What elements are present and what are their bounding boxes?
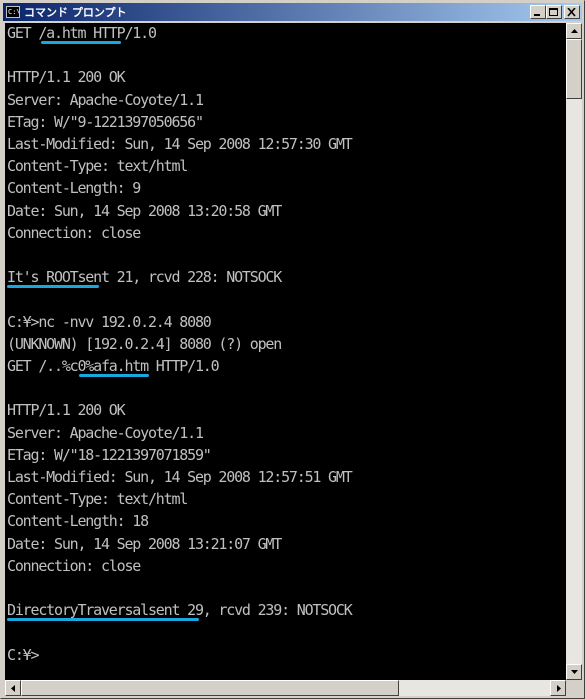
highlight-underline [41, 41, 121, 44]
highlight-underline [7, 618, 199, 622]
console-line: HTTP/1.1 200 OK [7, 68, 126, 87]
scroll-up-button[interactable] [566, 23, 582, 39]
console-line: DirectoryTraversalsent 29, rcvd 239: NOT… [7, 601, 353, 620]
console-line: Content-Type: text/html [7, 157, 188, 176]
console-line: Content-Type: text/html [7, 490, 188, 509]
scroll-up-icon [571, 29, 578, 33]
scroll-left-button[interactable] [5, 680, 21, 696]
console-line: Date: Sun, 14 Sep 2008 13:21:07 GMT [7, 534, 282, 553]
console-line: C:¥>nc -nvv 192.0.2.4 8080 [7, 312, 212, 331]
minimize-icon [534, 14, 540, 16]
horizontal-scroll-thumb[interactable] [21, 680, 399, 696]
vertical-scroll-thumb[interactable] [566, 39, 582, 99]
close-icon [567, 8, 576, 17]
title-bar[interactable]: C:\ コマンド プロンプト [3, 3, 582, 21]
console-line: ETag: W/"9-1221397050656" [7, 112, 204, 131]
console-icon[interactable]: C:\ [6, 6, 20, 18]
maximize-button[interactable] [546, 5, 562, 19]
console-line: It's ROOTsent 21, rcvd 228: NOTSOCK [7, 268, 282, 287]
scroll-left-icon [11, 685, 15, 692]
console-line: Date: Sun, 14 Sep 2008 13:20:58 GMT [7, 201, 282, 220]
minimize-button[interactable] [530, 5, 546, 19]
scroll-down-icon [571, 670, 578, 674]
window-title: コマンド プロンプト [24, 6, 127, 19]
maximize-icon [549, 8, 558, 16]
console-line: HTTP/1.1 200 OK [7, 401, 126, 420]
vertical-scrollbar[interactable] [566, 23, 582, 680]
console-line: Last-Modified: Sun, 14 Sep 2008 12:57:30… [7, 135, 353, 153]
console-line: Content-Length: 9 [7, 179, 141, 198]
console-line: Server: Apache-Coyote/1.1 [7, 90, 204, 109]
console-line: GET /a.htm HTTP/1.0 [7, 24, 157, 42]
console-line: Content-Length: 18 [7, 512, 149, 531]
console-line: Last-Modified: Sun, 14 Sep 2008 12:57:51… [7, 468, 353, 486]
scroll-down-button[interactable] [566, 664, 582, 680]
console-line: ETag: W/"18-1221397071859" [7, 445, 212, 464]
console-line: GET /..%c0%afa.htm HTTP/1.0 [7, 357, 220, 375]
close-button[interactable] [564, 5, 580, 19]
console-line: Connection: close [7, 556, 141, 575]
highlight-underline [7, 285, 99, 289]
console-line: (UNKNOWN) [192.0.2.4] 8080 (?) open [7, 334, 282, 353]
console-line: Server: Apache-Coyote/1.1 [7, 423, 204, 442]
scrollbar-corner [566, 680, 582, 696]
command-prompt-window: C:\ コマンド プロンプト GET /a.htm HTTP/1.0 HTTP/1… [0, 0, 585, 699]
scroll-right-button[interactable] [550, 680, 566, 696]
horizontal-scrollbar[interactable] [5, 680, 566, 696]
scroll-right-icon [557, 685, 561, 692]
console-line: Connection: close [7, 223, 141, 242]
window-controls [530, 5, 580, 19]
highlight-underline [79, 374, 149, 377]
console-output[interactable]: GET /a.htm HTTP/1.0 HTTP/1.1 200 OK Server… [5, 23, 566, 680]
console-line: C:¥> [7, 645, 40, 664]
